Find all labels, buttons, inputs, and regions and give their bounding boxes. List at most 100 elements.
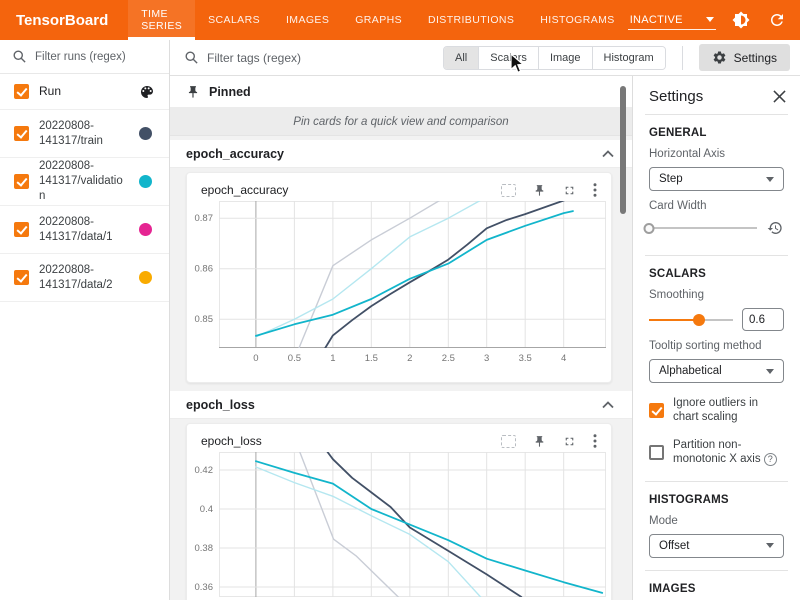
filter-runs-input[interactable] (35, 51, 145, 63)
refresh-icon (768, 11, 786, 29)
svg-text:0.38: 0.38 (195, 543, 214, 554)
close-icon[interactable] (773, 90, 786, 103)
filter-all-button[interactable]: All (444, 47, 478, 69)
more-options-icon[interactable] (593, 183, 597, 197)
settings-button-label: Settings (734, 51, 777, 65)
main-nav-tabs: TIME SERIES SCALARS IMAGES GRAPHS DISTRI… (128, 0, 627, 40)
svg-text:0.87: 0.87 (195, 213, 214, 224)
caret-down-icon (766, 369, 774, 374)
brightness-toggle-icon (732, 11, 750, 29)
run-checkbox[interactable] (14, 174, 29, 189)
run-row-train[interactable]: 20220808-141317/train (0, 110, 169, 158)
palette-icon[interactable] (139, 84, 155, 100)
ignore-outliers-checkbox[interactable] (649, 403, 664, 418)
reset-card-width-button[interactable] (766, 219, 784, 237)
run-checkbox[interactable] (14, 222, 29, 237)
section-title: epoch_accuracy (186, 147, 284, 161)
run-color-dot[interactable] (139, 223, 152, 236)
run-color-dot[interactable] (139, 127, 152, 140)
settings-group-histograms: HISTOGRAMS Mode Offset (645, 482, 788, 570)
svg-text:0.36: 0.36 (195, 582, 214, 593)
theme-toggle-button[interactable] (730, 9, 752, 31)
pinned-section-header: Pinned (170, 76, 632, 108)
group-heading: SCALARS (649, 268, 784, 280)
tab-graphs[interactable]: GRAPHS (342, 0, 415, 40)
smoothing-label: Smoothing (649, 289, 784, 301)
app-logo: TensorBoard (0, 0, 128, 40)
chevron-up-icon[interactable] (602, 401, 614, 409)
vertical-scrollbar[interactable] (620, 86, 626, 214)
app-header: TensorBoard TIME SERIES SCALARS IMAGES G… (0, 0, 800, 40)
caret-down-icon (766, 543, 774, 548)
fit-to-data-icon[interactable] (501, 435, 516, 448)
tooltip-sorting-select[interactable]: Alphabetical (649, 359, 784, 383)
run-checkbox[interactable] (14, 126, 29, 141)
partition-x-axis-checkbox[interactable] (649, 445, 664, 460)
run-row-data1[interactable]: 20220808-141317/data/1 (0, 206, 169, 254)
pinned-title: Pinned (209, 85, 251, 99)
svg-text:0.42: 0.42 (195, 465, 214, 476)
section-header-epoch-accuracy[interactable]: epoch_accuracy (170, 140, 632, 168)
run-label: 20220808-141317/train (39, 119, 129, 149)
filter-tags-input[interactable] (207, 51, 435, 65)
tab-images[interactable]: IMAGES (273, 0, 342, 40)
histogram-mode-select[interactable]: Offset (649, 534, 784, 558)
settings-panel-title: Settings (649, 88, 703, 105)
gear-icon (712, 50, 727, 65)
slider-handle[interactable] (644, 223, 655, 234)
smoothing-value-input[interactable] (742, 308, 784, 331)
card-width-slider[interactable] (649, 221, 757, 235)
tag-type-filter-group: All Scalars Image Histogram (443, 46, 666, 70)
run-checkbox[interactable] (14, 270, 29, 285)
smoothing-slider[interactable] (649, 313, 733, 327)
svg-text:1.5: 1.5 (365, 353, 378, 364)
pin-hint: Pin cards for a quick view and compariso… (170, 108, 632, 136)
settings-button[interactable]: Settings (699, 44, 790, 71)
scalar-card-epoch-loss: epoch_loss 0.360.380.40.42 (186, 423, 612, 600)
select-all-runs-checkbox[interactable] (14, 84, 29, 99)
filter-histogram-button[interactable]: Histogram (592, 47, 665, 69)
settings-panel: Settings GENERAL Horizontal Axis Step Ca… (632, 76, 800, 600)
run-row-data2[interactable]: 20220808-141317/data/2 (0, 254, 169, 302)
more-options-icon[interactable] (593, 434, 597, 448)
settings-group-images: IMAGES Brightness Contrast (645, 571, 788, 600)
run-color-dot[interactable] (139, 271, 152, 284)
filter-image-button[interactable]: Image (538, 47, 592, 69)
horizontal-axis-select[interactable]: Step (649, 167, 784, 191)
fullscreen-icon[interactable] (563, 435, 576, 448)
runs-column-label: Run (39, 84, 129, 100)
section-header-epoch-loss[interactable]: epoch_loss (170, 391, 632, 419)
svg-text:0.86: 0.86 (195, 264, 214, 275)
svg-text:1: 1 (330, 353, 335, 364)
tab-scalars[interactable]: SCALARS (195, 0, 273, 40)
horizontal-axis-label: Horizontal Axis (649, 148, 784, 160)
fullscreen-icon[interactable] (563, 184, 576, 197)
run-color-dot[interactable] (139, 175, 152, 188)
card-width-label: Card Width (649, 200, 784, 212)
svg-text:3: 3 (484, 353, 489, 364)
svg-text:4: 4 (561, 353, 566, 364)
pin-card-icon[interactable] (533, 184, 546, 197)
help-icon[interactable]: ? (764, 453, 777, 466)
reload-status-dropdown[interactable]: INACTIVE (628, 11, 716, 30)
group-heading: HISTOGRAMS (649, 494, 784, 506)
chevron-up-icon[interactable] (602, 150, 614, 158)
epoch-loss-chart[interactable]: 0.360.380.40.42 (187, 452, 611, 597)
search-icon (12, 49, 27, 64)
slider-handle[interactable] (693, 314, 705, 326)
epoch-accuracy-chart[interactable]: 00.511.522.533.540.850.860.87 (187, 201, 611, 366)
tab-histograms[interactable]: HISTOGRAMS (527, 0, 627, 40)
filter-scalars-button[interactable]: Scalars (478, 47, 538, 69)
fit-to-data-icon[interactable] (501, 184, 516, 197)
partition-x-axis-label: Partition non-monotonic X axis ? (673, 438, 784, 467)
pin-card-icon[interactable] (533, 435, 546, 448)
scalar-card-epoch-accuracy: epoch_accuracy 00.511.522.533.540.850.86… (186, 172, 612, 383)
caret-down-icon (766, 177, 774, 182)
tab-distributions[interactable]: DISTRIBUTIONS (415, 0, 527, 40)
tooltip-sorting-value: Alphabetical (659, 365, 722, 377)
section-title: epoch_loss (186, 398, 255, 412)
refresh-button[interactable] (766, 9, 788, 31)
pin-icon (186, 85, 200, 99)
run-row-validation[interactable]: 20220808-141317/validation (0, 158, 169, 206)
tab-time-series[interactable]: TIME SERIES (128, 0, 195, 40)
